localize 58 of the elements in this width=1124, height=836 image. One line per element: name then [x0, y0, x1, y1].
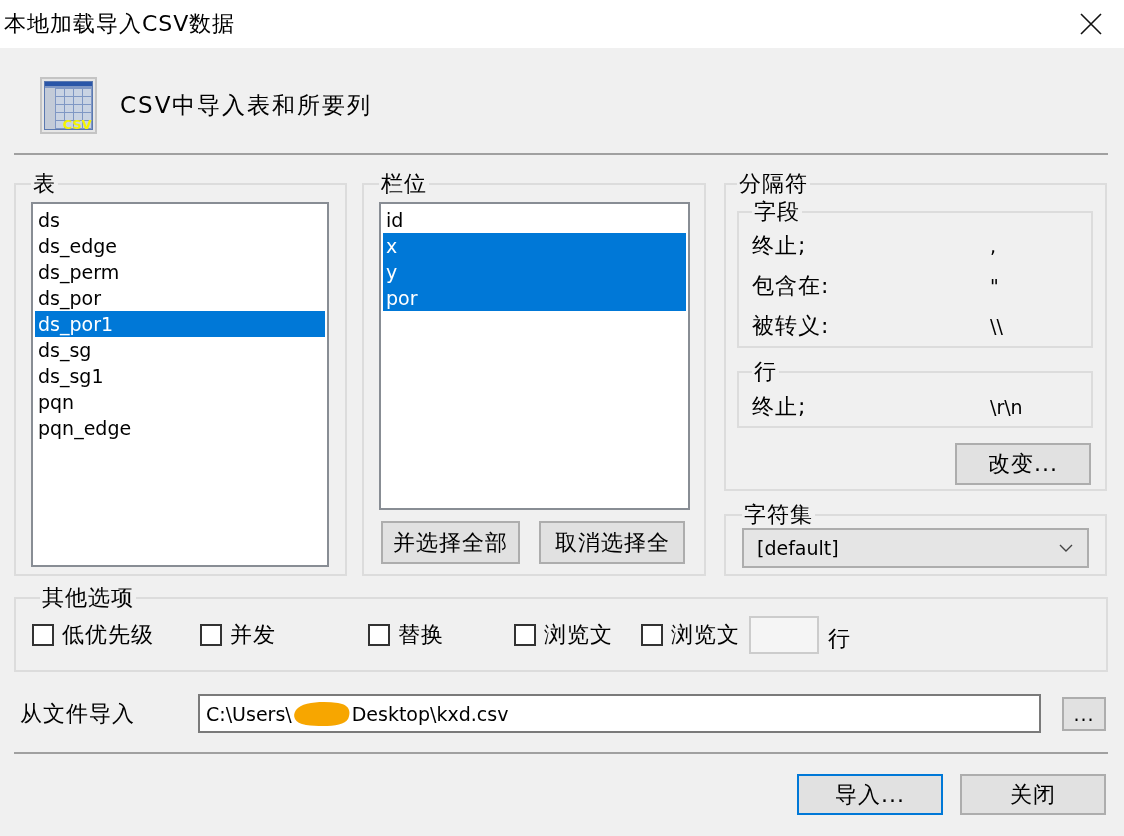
checkbox[interactable] [200, 624, 222, 646]
path-text: C:\Users\ [206, 702, 292, 725]
list-item[interactable]: ds_sg [35, 337, 325, 363]
checkbox-label[interactable]: 替换 [398, 620, 444, 650]
list-item[interactable]: ds_edge [35, 233, 325, 259]
checkbox-label[interactable]: 浏览文 [544, 620, 613, 650]
header-text: CSV中导入表和所要列 [120, 91, 373, 120]
list-item[interactable]: pqn [35, 389, 325, 415]
checkbox[interactable] [368, 624, 390, 646]
group-label: 字段 [753, 200, 801, 224]
import-button[interactable]: 导入... [797, 774, 943, 815]
group-label: 表 [32, 172, 57, 196]
path-text: Desktop\kxd.csv [351, 702, 509, 725]
field-value: , [990, 235, 997, 257]
group-label: 其他选项 [41, 586, 135, 610]
charset-dropdown[interactable]: [default] [742, 528, 1089, 568]
checkbox-label[interactable]: 浏览文 [671, 620, 740, 650]
browse-button[interactable]: ... [1062, 696, 1106, 731]
field-label: 终止; [752, 393, 807, 421]
list-item[interactable]: ds [35, 207, 325, 233]
field-label: 从文件导入 [20, 699, 136, 728]
list-item[interactable]: x [383, 233, 686, 259]
group-label: 字符集 [743, 503, 814, 527]
checkbox-label[interactable]: 低优先级 [62, 620, 154, 650]
field-value: \\ [990, 315, 1003, 337]
list-item[interactable]: ds_sg1 [35, 363, 325, 389]
list-item[interactable]: ds_perm [35, 259, 325, 285]
field-label: 包含在: [752, 272, 830, 300]
list-item[interactable]: ds_por1 [35, 311, 325, 337]
change-button[interactable]: 改变... [955, 443, 1091, 485]
checkbox[interactable] [514, 624, 536, 646]
field-label: 被转义: [752, 312, 830, 340]
list-item[interactable]: id [383, 207, 686, 233]
checkbox[interactable] [641, 624, 663, 646]
field-label: 终止; [752, 232, 807, 260]
chevron-down-icon [1059, 544, 1073, 552]
field-value: \r\n [990, 396, 1023, 418]
table-list[interactable]: ds ds_edge ds_perm ds_por ds_por1 ds_sg ds_sg1 pqn pqn_edge [31, 202, 329, 567]
field-label: 行 [828, 625, 850, 653]
select-all-button[interactable]: 并选择全部 [381, 521, 520, 564]
input-field[interactable] [749, 616, 819, 654]
group-label: 栏位 [380, 172, 428, 196]
group-label: 分隔符 [738, 172, 809, 196]
column-list[interactable]: id x y por [379, 202, 690, 510]
csv-table-icon: CSV [40, 77, 97, 134]
close-icon [1080, 13, 1102, 35]
close-dialog-button[interactable]: 关闭 [960, 774, 1106, 815]
deselect-all-button[interactable]: 取消选择全 [539, 521, 685, 564]
window-title: 本地加载导入CSV数据 [3, 10, 236, 38]
list-item[interactable]: ds_por [35, 285, 325, 311]
checkbox[interactable] [32, 624, 54, 646]
checkbox-label[interactable]: 并发 [230, 620, 276, 650]
field-value: " [990, 275, 999, 297]
list-item[interactable]: por [383, 285, 686, 311]
list-item[interactable]: pqn_edge [35, 415, 325, 441]
list-item[interactable]: y [383, 259, 686, 285]
path-field[interactable]: C:\Users\ Desktop\kxd.csv [198, 694, 1041, 733]
group-label: 行 [753, 360, 778, 384]
